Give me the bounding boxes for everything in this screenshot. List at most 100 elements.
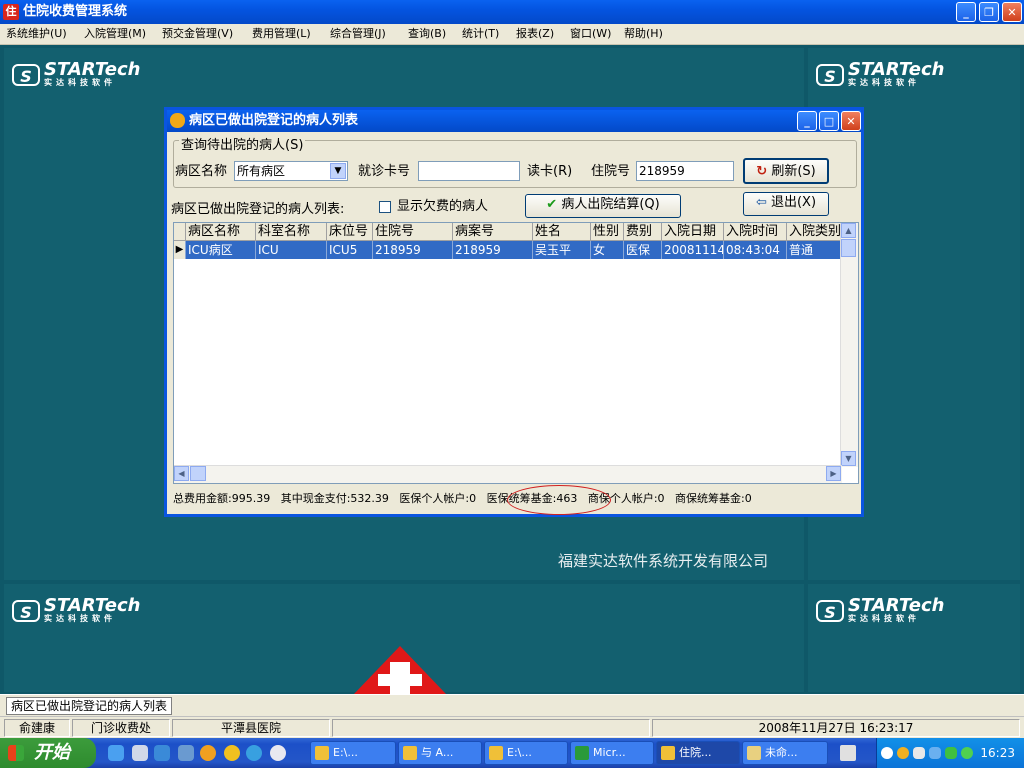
chevron-down-icon[interactable]: ▼	[330, 163, 346, 179]
ie-icon[interactable]	[132, 745, 148, 761]
card-number-input[interactable]	[418, 161, 520, 181]
menu-integrated[interactable]: 综合管理(J)	[330, 27, 386, 41]
taskbar-button[interactable]: 与 A...	[398, 741, 482, 765]
title-bar: 住 住院收费管理系统 _ ❐ ✕	[0, 0, 1024, 24]
taskbar-button[interactable]: 未命...	[742, 741, 828, 765]
horizontal-scrollbar[interactable]: ◀ ▶	[174, 465, 842, 483]
network-tray-icon[interactable]	[913, 747, 925, 759]
scroll-up-icon[interactable]: ▲	[841, 223, 856, 238]
minimize-button[interactable]: _	[956, 2, 976, 22]
read-card-link[interactable]: 读卡(R)	[527, 164, 572, 180]
taskbar-button[interactable]: E:\...	[484, 741, 568, 765]
table-cell[interactable]: 普通	[787, 241, 843, 259]
ward-select[interactable]: 所有病区 ▼	[234, 161, 348, 181]
table-cell[interactable]: ICU病区	[186, 241, 256, 259]
column-header[interactable]: 病案号	[453, 223, 533, 241]
app-launcher-icon[interactable]	[178, 745, 194, 761]
menu-window[interactable]: 窗口(W)	[570, 27, 611, 41]
ie-icon[interactable]	[154, 745, 170, 761]
red-highlight-ellipse	[507, 485, 611, 515]
table-cell[interactable]: 08:43:04	[724, 241, 787, 259]
menu-reports[interactable]: 报表(Z)	[516, 27, 554, 41]
menu-help[interactable]: 帮助(H)	[624, 27, 663, 41]
mail-tray-icon[interactable]	[945, 747, 957, 759]
taskbar-button[interactable]: 住院...	[656, 741, 740, 765]
logo-name: STARTech	[44, 595, 141, 616]
close-button[interactable]: ✕	[1002, 2, 1022, 22]
row-indicator-header	[174, 223, 186, 241]
restore-button[interactable]: ❐	[979, 2, 999, 22]
dialog-minimize-button[interactable]: _	[797, 111, 817, 131]
column-header[interactable]: 入院类别	[787, 223, 843, 241]
app-icon	[661, 746, 675, 760]
table-cell[interactable]: 医保	[624, 241, 662, 259]
dialog-close-button[interactable]: ✕	[841, 111, 861, 131]
menu-query[interactable]: 查询(B)	[408, 27, 446, 41]
qq-icon[interactable]	[200, 745, 216, 761]
column-header[interactable]: 病区名称	[186, 223, 256, 241]
messenger-icon[interactable]	[246, 745, 262, 761]
exit-door-icon: ⇦	[755, 195, 767, 210]
dialog-maximize-button[interactable]: □	[819, 111, 839, 131]
antivirus-tray-icon[interactable]	[961, 747, 973, 759]
taskbar-button-label: E:\...	[333, 746, 358, 759]
exit-label: 退出(X)	[770, 195, 817, 210]
status-datetime: 2008年11月27日 16:23:17	[652, 719, 1020, 737]
column-header[interactable]: 床位号	[327, 223, 373, 241]
dialog-title-bar: 病区已做出院登记的病人列表 _ □ ✕	[167, 110, 861, 132]
menu-statistics[interactable]: 统计(T)	[462, 27, 499, 41]
scroll-left-icon[interactable]: ◀	[174, 466, 189, 481]
scroll-down-icon[interactable]: ▼	[841, 451, 856, 466]
volume-icon[interactable]	[929, 747, 941, 759]
scroll-right-icon[interactable]: ▶	[826, 466, 841, 481]
column-header[interactable]: 性别	[591, 223, 624, 241]
discharge-settlement-button[interactable]: ✔ 病人出院结算(Q)	[525, 194, 681, 218]
exit-button[interactable]: ⇦ 退出(X)	[743, 192, 829, 216]
menu-fees[interactable]: 费用管理(L)	[252, 27, 311, 41]
menu-deposit[interactable]: 预交金管理(V)	[162, 27, 233, 41]
table-cell[interactable]: ICU	[256, 241, 327, 259]
keyboard-icon[interactable]	[840, 745, 856, 761]
column-header[interactable]: 姓名	[533, 223, 591, 241]
horizontal-scroll-thumb[interactable]	[190, 466, 206, 481]
ie-icon[interactable]	[108, 745, 124, 761]
red-cross-icon	[354, 646, 446, 694]
column-header[interactable]: 入院日期	[662, 223, 724, 241]
taskbar: 开始 E:\... 与 A... E:\... Micr... 住院... 未命…	[0, 738, 1024, 768]
show-owing-checkbox[interactable]	[379, 201, 391, 213]
network-icon[interactable]	[270, 745, 286, 761]
refresh-icon: ↻	[756, 164, 768, 179]
row-pointer-icon: ▶	[174, 241, 186, 259]
table-cell[interactable]: ICU5	[327, 241, 373, 259]
query-group-title: 查询待出院的病人(S)	[179, 138, 306, 154]
menu-system[interactable]: 系统维护(U)	[6, 27, 67, 41]
qq-tray-icon[interactable]	[897, 747, 909, 759]
logo-name: STARTech	[848, 595, 945, 616]
taskbar-button[interactable]: Micr...	[570, 741, 654, 765]
chat-icon	[403, 746, 417, 760]
table-cell[interactable]: 女	[591, 241, 624, 259]
table-cell[interactable]: 218959	[453, 241, 533, 259]
start-button[interactable]: 开始	[0, 738, 96, 768]
column-header[interactable]: 入院时间	[724, 223, 787, 241]
table-cell[interactable]: 吴玉平	[533, 241, 591, 259]
table-cell[interactable]: 20081114	[662, 241, 724, 259]
taskbar-button[interactable]: E:\...	[310, 741, 396, 765]
inpatient-number-input[interactable]: 218959	[636, 161, 734, 181]
table-cell[interactable]: 218959	[373, 241, 453, 259]
qq-icon[interactable]	[224, 745, 240, 761]
column-header[interactable]: 住院号	[373, 223, 453, 241]
column-header[interactable]: 费别	[624, 223, 662, 241]
document-tab-bar: 病区已做出院登记的病人列表	[0, 694, 1024, 717]
document-tab[interactable]: 病区已做出院登记的病人列表	[6, 697, 173, 715]
menu-admission[interactable]: 入院管理(M)	[84, 27, 146, 41]
column-header[interactable]: 科室名称	[256, 223, 327, 241]
refresh-label: 刷新(S)	[771, 164, 816, 179]
ward-label: 病区名称	[175, 164, 228, 179]
refresh-button[interactable]: ↻ 刷新(S)	[743, 158, 829, 184]
summary-total: 总费用金额:995.39	[173, 492, 271, 505]
start-label: 开始	[34, 742, 70, 763]
vertical-scrollbar[interactable]: ▲ ▼	[840, 223, 858, 467]
vertical-scroll-thumb[interactable]	[841, 239, 856, 257]
chevron-left-icon[interactable]	[881, 747, 893, 759]
